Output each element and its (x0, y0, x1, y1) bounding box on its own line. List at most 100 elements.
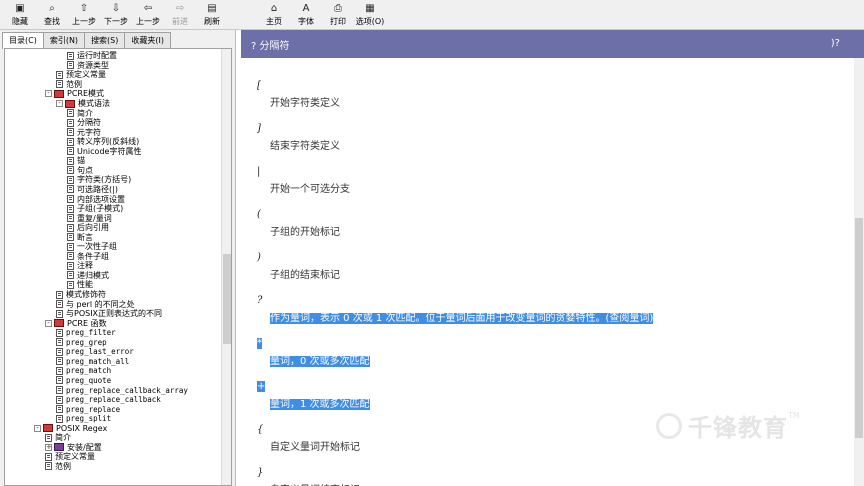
tab-2[interactable]: 搜索(S) (84, 32, 126, 48)
tree-item[interactable]: 句点 (67, 166, 93, 176)
tree-item[interactable]: preg_last_error (56, 347, 134, 357)
tree-item[interactable]: preg_filter (56, 328, 116, 338)
page-icon (67, 185, 74, 194)
tree-item[interactable]: - POSIX Regex (34, 423, 107, 433)
tree-item[interactable]: 性能 (67, 280, 93, 290)
tree-item[interactable]: 运行时配置 (67, 51, 117, 61)
tab-1[interactable]: 索引(N) (42, 32, 86, 48)
tree-item[interactable]: 范例 (56, 80, 82, 90)
tree-item-label: preg_replace_callback_array (66, 385, 188, 395)
tree-item[interactable]: preg_replace_callback (56, 395, 161, 405)
tree-item[interactable]: 元字符 (67, 127, 101, 137)
tree-item[interactable]: - PCRE 函数 (45, 318, 107, 328)
tree-item[interactable]: 预定义常量 (56, 70, 106, 80)
toolbar-button-8[interactable]: A 字体 (290, 0, 322, 30)
help-mark: )? (830, 38, 840, 49)
tree-item[interactable]: 断言 (67, 232, 93, 242)
tab-3[interactable]: 收藏夹(I) (124, 32, 171, 48)
tree-item[interactable]: preg_grep (56, 338, 107, 348)
tree-item[interactable]: Unicode字符属性 (67, 147, 141, 157)
tree-item-label: preg_match_all (66, 356, 130, 366)
toolbar-button-0[interactable]: ▣ 隐藏 (4, 0, 36, 30)
toolbar-button-10[interactable]: ▦ 选项(O) (354, 0, 386, 30)
tree-item[interactable]: preg_replace_callback_array (56, 385, 188, 395)
tree-item[interactable]: 后向引用 (67, 223, 109, 233)
tree-item[interactable]: preg_split (56, 414, 111, 424)
tree-item[interactable]: 可选路径(|) (67, 185, 118, 195)
tree-item[interactable]: 简介 (45, 433, 71, 443)
tree-item[interactable]: 子组(子模式) (67, 204, 123, 214)
tree-item-label: 句点 (77, 165, 93, 175)
tab-0[interactable]: 目录(C) (2, 32, 44, 49)
page-icon (56, 376, 63, 385)
navigation-pane: 目录(C) 索引(N) 搜索(S) 收藏夹(I) 运行时配置 资源类型 预定义常量 范例 - P… (0, 30, 236, 486)
tree-item[interactable]: preg_match_all (56, 357, 129, 367)
collapse-icon[interactable]: - (45, 319, 52, 327)
tree-item[interactable]: 与POSIX正则表达式的不同 (56, 309, 162, 319)
tree-item[interactable]: 递归模式 (67, 271, 109, 281)
toolbar-button-7[interactable]: ⌂ 主页 (258, 0, 290, 30)
tree-item[interactable]: 分隔符 (67, 118, 101, 128)
tree-item[interactable]: 模式修饰符 (56, 290, 106, 300)
toolbar-button-5[interactable]: ⇨ 前进 (164, 0, 196, 30)
tree-item[interactable]: 简介 (67, 108, 93, 118)
tree-item-label: preg_replace_callback (66, 395, 161, 405)
entry-description-text: 子组的结束标记 (270, 270, 340, 281)
toolbar-button-4[interactable]: ⇦ 上一步 (132, 0, 164, 30)
page-icon (67, 166, 74, 175)
toolbar-button-label: 字体 (298, 17, 314, 26)
entry-description-text: 子组的开始标记 (270, 227, 340, 238)
expand-icon[interactable]: + (45, 443, 52, 451)
page-icon (67, 233, 74, 242)
tree-item[interactable]: - PCRE模式 (45, 89, 104, 99)
toolbar-button-label: 选项(O) (355, 17, 385, 26)
toolbar-button-label: 上一步 (72, 17, 96, 26)
toolbar-button-9[interactable]: ⎙ 打印 (322, 0, 354, 30)
entry-description-text: 开始字符类定义 (270, 98, 340, 109)
entry-description: 子组的开始标记 (270, 223, 340, 238)
search-icon: ⌕ (49, 3, 55, 14)
toolbar-button-1[interactable]: ⌕ 查找 (36, 0, 68, 30)
content-scrollbar-thumb[interactable] (855, 218, 863, 438)
page-icon (67, 242, 74, 251)
tree-scrollbar[interactable] (221, 49, 231, 485)
page-icon (67, 118, 74, 127)
page-icon (67, 137, 74, 146)
tree-item[interactable]: 重复/量词 (67, 213, 112, 223)
book-icon (54, 443, 64, 452)
tree-item-label: 内部选项设置 (77, 194, 125, 204)
tree-item[interactable]: + 安装/配置 (45, 443, 102, 453)
tree-item[interactable]: 字符类(方括号) (67, 175, 131, 185)
tree-item[interactable]: 条件子组 (67, 252, 109, 262)
collapse-icon[interactable]: - (34, 424, 41, 432)
tree-item[interactable]: preg_match (56, 366, 111, 376)
tree-item[interactable]: preg_quote (56, 376, 111, 386)
collapse-icon[interactable]: - (45, 90, 52, 98)
tree-item[interactable]: 预定义常量 (45, 452, 95, 462)
contents-tree[interactable]: 运行时配置 资源类型 预定义常量 范例 - PCRE模式 - 模式语法 简介 分隔符 元字符 转义序列… (4, 48, 232, 486)
tree-item[interactable]: 转义序列(反斜线) (67, 137, 139, 147)
collapse-icon[interactable]: - (56, 100, 63, 107)
page-icon (67, 214, 74, 223)
tree-item[interactable]: 注释 (67, 261, 93, 271)
content-scrollbar[interactable] (854, 58, 864, 486)
toolbar-button-2[interactable]: ⇧ 上一步 (68, 0, 100, 30)
toolbar-button-6[interactable]: ▤ 刷新 (196, 0, 228, 30)
tree-item[interactable]: 一次性子组 (67, 242, 117, 252)
tree-scrollbar-thumb[interactable] (223, 254, 231, 344)
page-icon (67, 280, 74, 289)
home-icon: ⌂ (270, 3, 278, 14)
tree-item[interactable]: - 模式语法 (56, 99, 110, 109)
tree-item[interactable]: 范例 (45, 462, 71, 472)
book-icon (65, 99, 75, 108)
tree-item-label: 安装/配置 (67, 442, 102, 452)
tree-item[interactable]: 锚 (67, 156, 85, 166)
tree-item[interactable]: 资源类型 (67, 61, 109, 71)
down-arrow-icon: ⇩ (111, 3, 121, 14)
tree-item[interactable]: preg_replace (56, 404, 120, 414)
tree-item-label: POSIX Regex (56, 423, 108, 433)
page-icon (67, 195, 74, 203)
tree-item[interactable]: 内部选项设置 (67, 194, 125, 204)
tree-item[interactable]: 与 perl 的不同之处 (56, 299, 135, 309)
toolbar-button-3[interactable]: ⇩ 下一步 (100, 0, 132, 30)
